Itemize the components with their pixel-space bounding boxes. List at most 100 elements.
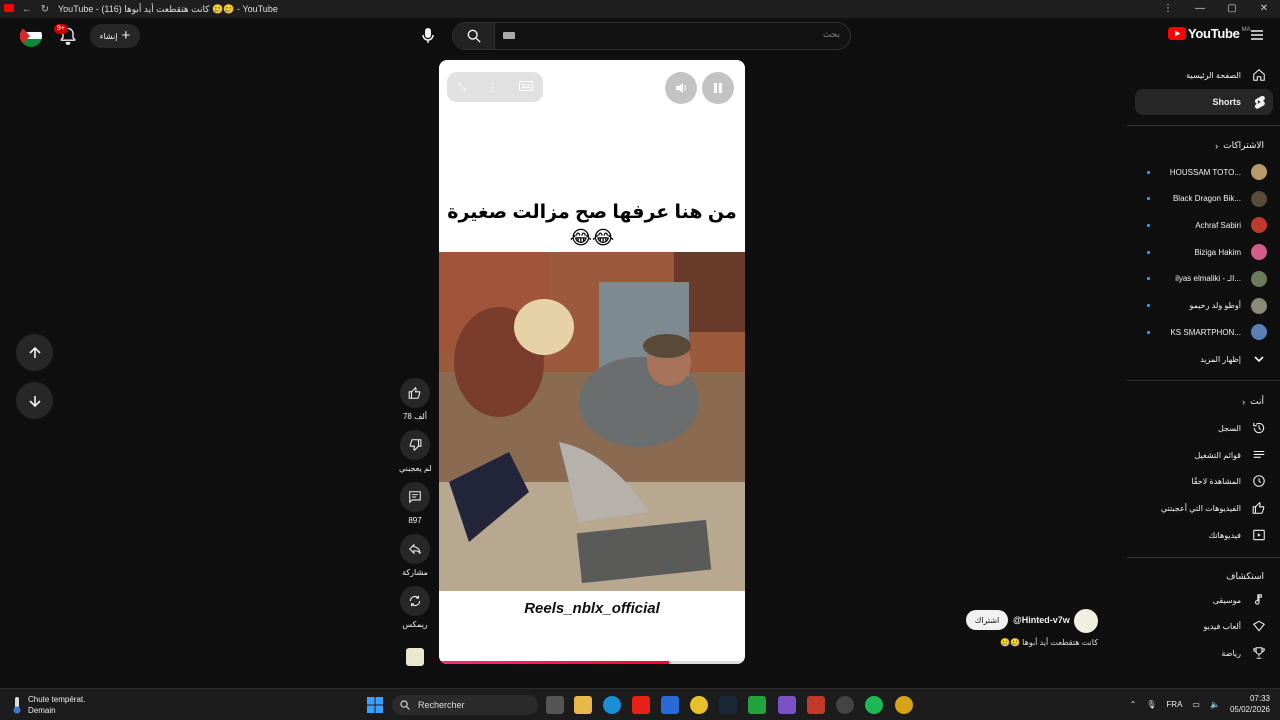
share-label: مشاركة [402, 568, 428, 577]
sidebar-item-subscription[interactable]: Achraf Sabiri [1135, 212, 1273, 238]
sidebar-item-gaming[interactable]: ألعاب فيديو [1135, 613, 1273, 639]
close-button[interactable]: ✕ [1248, 0, 1280, 18]
sidebar-item-watch-later[interactable]: المشاهدة لاحقًا [1135, 468, 1273, 494]
captions-icon[interactable] [518, 78, 533, 96]
share-button[interactable] [400, 534, 430, 564]
settings-app-icon[interactable] [836, 696, 854, 714]
edge-icon[interactable] [603, 696, 621, 714]
chevron-down-icon [1251, 351, 1267, 367]
pause-button[interactable] [702, 72, 734, 104]
volume-icon[interactable]: 🔈 [1210, 700, 1220, 709]
search-bar: بحث [452, 22, 851, 50]
sidebar-item-playlists[interactable]: قوائم التشغيل [1135, 442, 1273, 468]
file-explorer-icon[interactable] [574, 696, 592, 714]
sidebar-item-label: موسيقى [1212, 595, 1241, 605]
sidebar-item-subscription[interactable]: أوطو ولد رحيمو [1135, 293, 1273, 319]
divider [1127, 125, 1280, 126]
windows-start-icon[interactable] [367, 697, 383, 718]
more-icon[interactable]: ⋮ [487, 81, 498, 94]
show-more-button[interactable]: إظهار المزيد [1135, 346, 1273, 372]
new-content-dot [1147, 330, 1150, 334]
previous-short-button[interactable] [16, 334, 53, 371]
xbox-icon[interactable] [748, 696, 766, 714]
youtube-app-icon[interactable] [632, 696, 650, 714]
you-header[interactable]: › أنت [1242, 396, 1264, 407]
short-video[interactable]: ⤡ ⋮ من هنا عرفها صح مزالت صغيرة 😂😂 Reels… [439, 60, 745, 664]
comments-action: 897 [399, 482, 431, 525]
search-button[interactable] [453, 23, 495, 49]
youtube-favicon-icon [0, 3, 18, 15]
mute-button[interactable] [665, 72, 697, 104]
sidebar-item-music[interactable]: موسيقى [1135, 587, 1273, 613]
comments-button[interactable] [400, 482, 430, 512]
video-title[interactable]: كانت هتقطعت أيد أبوها 🥲🥲 [1000, 638, 1098, 647]
task-view-icon[interactable] [546, 696, 564, 714]
reload-icon[interactable]: ↻ [36, 4, 54, 15]
youtube-logo[interactable]: YouTube MA [1168, 26, 1251, 41]
create-button[interactable]: إنشاء + [90, 24, 140, 48]
subscribe-button[interactable]: اشتراك [966, 610, 1008, 630]
voice-search-icon[interactable] [416, 24, 440, 48]
pause-icon [714, 83, 722, 93]
sidebar-item-home[interactable]: الصفحة الرئيسية [1135, 62, 1273, 88]
new-content-dot [1147, 304, 1150, 307]
video-caption: من هنا عرفها صح مزالت صغيرة 😂😂 [439, 200, 745, 252]
video-progress-bar[interactable] [439, 661, 745, 664]
minimize-button[interactable]: — [1184, 0, 1216, 18]
chrome-profile-icon[interactable] [895, 696, 913, 714]
share-action: مشاركة [399, 534, 431, 577]
you-title: أنت [1250, 396, 1264, 406]
fullscreen-icon[interactable]: ⤡ [457, 81, 466, 94]
new-content-dot [1147, 223, 1150, 227]
taskbar-search[interactable]: Rechercher [392, 695, 538, 715]
sidebar-item-subscription[interactable]: ilyas elmaliki - الـ... [1135, 266, 1273, 292]
weather-widget[interactable]: Chute températ. Demain [12, 694, 85, 716]
taskbar-search-label: Rechercher [418, 700, 465, 710]
sound-thumbnail[interactable] [406, 648, 424, 666]
remix-button[interactable] [400, 586, 430, 616]
next-short-button[interactable] [16, 382, 53, 419]
sidebar-item-subscription[interactable]: Black Dragon Bik... [1135, 186, 1273, 212]
language-indicator[interactable]: FRA [1166, 700, 1182, 709]
search-input[interactable]: بحث [823, 29, 840, 40]
channel-avatar[interactable] [1074, 609, 1098, 633]
sidebar-item-subscription[interactable]: HOUSSAM TOTO... [1135, 159, 1273, 185]
sidebar-item-subscription[interactable]: KS SMARTPHON... [1135, 319, 1273, 345]
game-launcher-icon[interactable] [778, 696, 796, 714]
sidebar-item-label: ilyas elmaliki - الـ... [1175, 274, 1241, 284]
maximize-button[interactable]: ▢ [1216, 0, 1248, 18]
sidebar-item-shorts[interactable]: Shorts [1135, 89, 1273, 115]
network-icon[interactable]: ▭ [1192, 700, 1200, 709]
trophy-icon [1251, 645, 1267, 661]
microphone-icon[interactable]: 🎙 [1146, 700, 1156, 709]
sidebar-item-label: الفيديوهات التي أعجبتني [1160, 503, 1241, 513]
channel-handle[interactable]: @Hinted-v7w [1013, 615, 1070, 625]
store-icon[interactable] [661, 696, 679, 714]
dislike-button[interactable] [400, 430, 430, 460]
chevron-up-icon[interactable]: ⌃ [1130, 700, 1137, 709]
explore-title: استكشاف [1226, 571, 1264, 581]
subscriptions-header[interactable]: › الاشتراكات [1215, 140, 1264, 151]
sidebar-item-history[interactable]: السجل [1135, 415, 1273, 441]
sidebar-item-sports[interactable]: رياضة [1135, 640, 1273, 666]
sidebar-item-liked-videos[interactable]: الفيديوهات التي أعجبتني [1135, 495, 1273, 521]
thumbs-up-icon [1251, 500, 1267, 516]
clock[interactable]: 07:33 05/02/2026 [1230, 693, 1270, 715]
sidebar-item-your-videos[interactable]: فيديوهاتك [1135, 522, 1273, 548]
search-icon [400, 700, 410, 710]
back-icon[interactable]: ← [18, 4, 36, 15]
sidebar-item-subscription[interactable]: Biziga Hakim [1135, 239, 1273, 265]
sidebar-item-label: Biziga Hakim [1194, 247, 1241, 257]
menu-icon[interactable] [1248, 26, 1266, 44]
show-more-label: إظهار المزيد [1200, 354, 1241, 364]
system-tray: ⌃ 🎙 FRA ▭ 🔈 07:33 05/02/2026 [1130, 693, 1270, 715]
spotify-icon[interactable] [865, 696, 883, 714]
avatar[interactable] [20, 25, 42, 47]
chrome-icon[interactable] [690, 696, 708, 714]
keyboard-icon[interactable] [503, 32, 515, 39]
like-button[interactable] [400, 378, 430, 408]
more-options-icon[interactable]: ⋮ [1152, 0, 1184, 18]
weather-line-1: Chute températ. [28, 695, 86, 704]
media-app-icon[interactable] [807, 696, 825, 714]
steam-icon[interactable] [719, 696, 737, 714]
